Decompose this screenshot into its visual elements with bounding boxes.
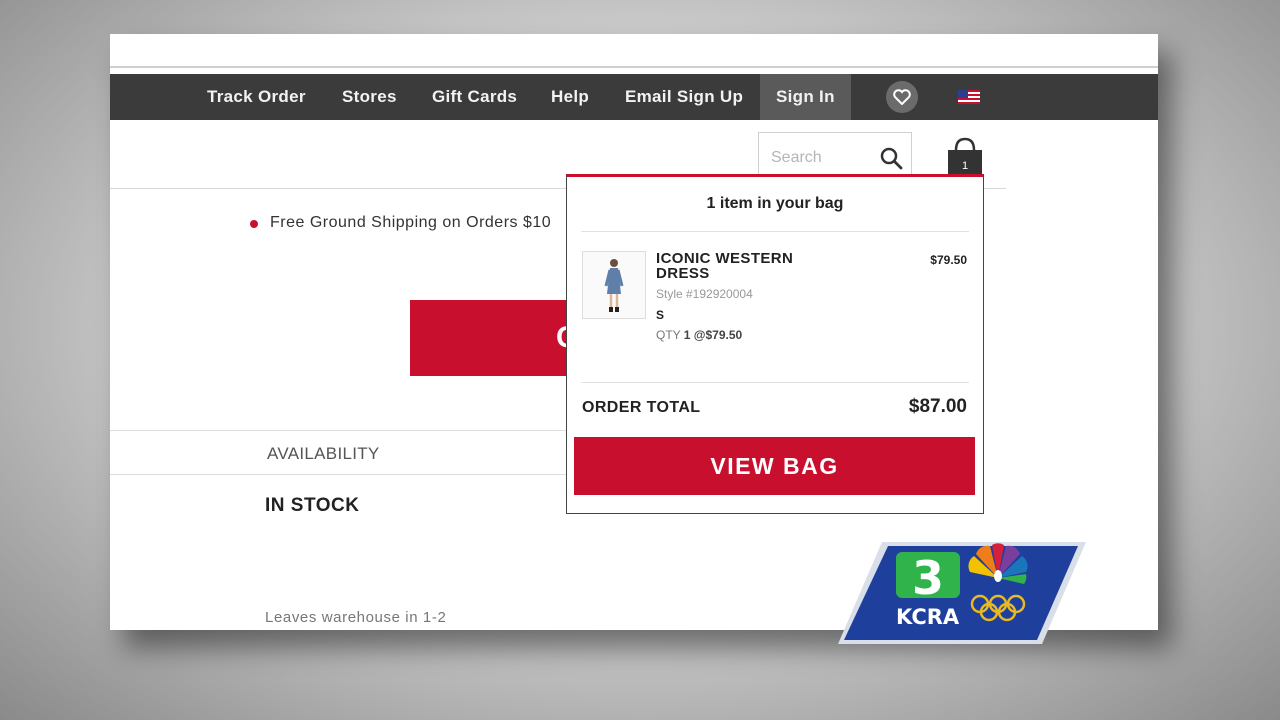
item-style-number: Style #192920004 bbox=[656, 287, 753, 301]
us-flag-icon[interactable] bbox=[958, 90, 980, 104]
top-navbar: Track Order Stores Gift Cards Help Email… bbox=[110, 74, 1158, 120]
popup-divider bbox=[581, 231, 969, 232]
search-icon[interactable] bbox=[879, 146, 903, 170]
availability-value: IN STOCK bbox=[265, 495, 360, 516]
bag-count: 1 bbox=[962, 160, 968, 172]
item-name[interactable]: ICONIC WESTERN DRESS bbox=[656, 251, 826, 281]
order-total-value: $87.00 bbox=[908, 396, 967, 417]
item-qty-label: QTY bbox=[656, 328, 681, 342]
nav-track-order[interactable]: Track Order bbox=[207, 74, 306, 120]
search-input[interactable] bbox=[771, 145, 871, 171]
header-divider-right bbox=[982, 188, 1006, 189]
item-qty-value: 1 @$79.50 bbox=[683, 328, 743, 342]
item-quantity: QTY 1 @$79.50 bbox=[656, 328, 742, 342]
channel-number: 3 bbox=[912, 551, 944, 605]
free-shipping-promo: Free Ground Shipping on Orders $10 bbox=[270, 214, 552, 231]
availability-label: AVAILABILITY bbox=[267, 444, 380, 463]
primary-cta-button[interactable]: C bbox=[410, 300, 570, 376]
availability-divider-top bbox=[110, 430, 570, 431]
shipping-estimate: Leaves warehouse in 1-2 bbox=[265, 609, 447, 626]
product-thumbnail[interactable] bbox=[582, 251, 646, 319]
nav-email-sign-up[interactable]: Email Sign Up bbox=[625, 74, 743, 120]
item-size: S bbox=[656, 308, 665, 322]
popup-total-divider bbox=[581, 382, 969, 383]
heart-icon[interactable] bbox=[886, 81, 918, 113]
kcra-station-logo: 3 KCRA bbox=[838, 542, 1086, 644]
nav-help[interactable]: Help bbox=[551, 74, 589, 120]
call-letters: KCRA bbox=[896, 605, 960, 629]
view-bag-button[interactable]: VIEW BAG bbox=[574, 437, 975, 495]
top-divider bbox=[110, 66, 1158, 68]
mini-bag-popup: 1 item in your bag ICONIC WESTERN DRESS … bbox=[566, 174, 984, 514]
nav-gift-cards[interactable]: Gift Cards bbox=[432, 74, 517, 120]
nav-sign-in[interactable]: Sign In bbox=[760, 74, 851, 120]
promo-bullet-icon bbox=[250, 220, 258, 228]
nav-stores[interactable]: Stores bbox=[342, 74, 397, 120]
availability-divider-bottom bbox=[110, 474, 570, 475]
browser-screen: Track Order Stores Gift Cards Help Email… bbox=[110, 34, 1158, 630]
bag-popup-title: 1 item in your bag bbox=[706, 195, 844, 212]
order-total-label: ORDER TOTAL bbox=[582, 399, 701, 416]
item-price: $79.50 bbox=[930, 253, 967, 267]
header-divider bbox=[110, 188, 570, 189]
